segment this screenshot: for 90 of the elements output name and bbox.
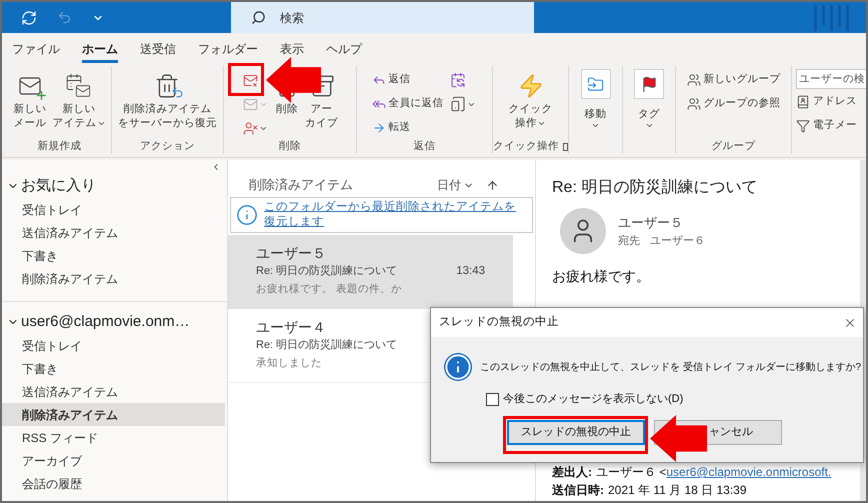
search-field[interactable]: 検索 [231, 2, 534, 33]
cleanup-icon [243, 96, 258, 112]
sort-button[interactable]: 日付 [437, 176, 474, 194]
folder-item[interactable]: RSS フィード [2, 426, 225, 449]
info-icon [236, 204, 258, 226]
ribbon-button[interactable]: 削除済みアイテム をサーバーから復元 [115, 66, 220, 140]
calendar-mail-icon [65, 73, 93, 99]
group-label: グループ [712, 139, 756, 154]
email-link[interactable]: user6@clapmovie.onmicrosoft. [666, 463, 832, 481]
search-placeholder: 検索 [280, 10, 304, 26]
group-label: アクション [140, 139, 195, 154]
account-header[interactable]: user6@clapmovie.onm… [2, 310, 227, 334]
menu-tab[interactable]: フォルダー [198, 37, 258, 63]
group-icon [686, 73, 700, 87]
folder-item[interactable]: 下書き [2, 244, 225, 267]
folder-title: 削除済みアイテム [249, 176, 354, 194]
from-name: ユーザー６ < [596, 464, 666, 481]
message-subject: Re: 明日の防災訓練について [256, 338, 398, 353]
restore-link[interactable]: このフォルダーから最近削除されたアイテムを復元します [264, 200, 527, 230]
folder-item[interactable]: 下書き [2, 357, 225, 380]
mail-subject: Re: 明日の防災訓練について [552, 178, 758, 198]
checkbox[interactable] [486, 392, 499, 406]
menu-tab[interactable]: ファイル [12, 37, 60, 63]
sent-date: 2021 年 11 月 18 日 13:39 [608, 482, 747, 499]
folder-item[interactable]: アーカイブ [2, 449, 225, 472]
sender-name: ユーザー５ [618, 214, 684, 232]
caret-icon [644, 121, 654, 130]
to-label: 宛先 [618, 234, 640, 248]
sender-name: ユーザー４ [256, 318, 326, 337]
folder-item[interactable]: 受信トレイ [2, 334, 225, 357]
search-icon [251, 10, 266, 25]
flag-icon [640, 76, 658, 92]
folder-item[interactable]: 受信トレイ [2, 198, 225, 221]
message-subject: Re: 明日の防災訓練について [256, 264, 398, 280]
sender-name: ユーザー５ [256, 244, 326, 263]
devices-icon [450, 96, 466, 112]
ignore-icon [243, 72, 258, 88]
group-icon [686, 97, 700, 111]
message-preview: お疲れ様です。 表題の件、か [256, 282, 402, 298]
ribbon-button[interactable]: 移動 [572, 66, 618, 140]
highlight-frame [228, 63, 264, 96]
ribbon-button[interactable]: クイック 操作 [506, 66, 556, 140]
group-label: 新規作成 [38, 139, 82, 154]
ribbon-small-button[interactable]: 新しいグループ [686, 69, 780, 91]
caret-icon [591, 121, 600, 130]
launcher-icon[interactable] [563, 143, 568, 151]
sort-direction-icon[interactable] [486, 178, 499, 192]
ribbon-small-button[interactable]: 返信 [372, 69, 444, 91]
block-user-icon [243, 120, 258, 136]
recipient-name: ユーザー６ [650, 234, 705, 248]
calendar-icon [450, 72, 466, 88]
ribbon-button[interactable]: 新しい アイテム [50, 66, 108, 140]
menu-tab[interactable]: 送受信 [140, 37, 176, 63]
group-label: クイック操作 [493, 139, 559, 154]
group-label: 削除 [279, 139, 301, 154]
folder-arrow-icon [587, 76, 604, 92]
sync-icon[interactable] [21, 10, 37, 26]
group-label: 返信 [414, 139, 436, 154]
menu-tab[interactable]: ヘルプ [326, 37, 362, 63]
message-time: 13:43 [456, 264, 485, 279]
message-preview: 承知しました [256, 356, 322, 370]
ribbon-small-button[interactable]: 電子メー [796, 115, 866, 137]
mail-greeting: お疲れ様です。 [552, 267, 651, 286]
ribbon-button[interactable]: 新しい メール [10, 66, 50, 140]
checkbox-label: 今後このメッセージを表示しない(D) [503, 392, 684, 407]
ribbon-small-button[interactable]: グループの参照 [686, 93, 780, 115]
forward-icon [372, 121, 386, 135]
dialog-button[interactable]: スレッドの無視の中止 [507, 420, 645, 444]
people-search-field[interactable]: ユーザーの検 [796, 69, 866, 89]
annotation-arrow [266, 57, 321, 103]
message-item[interactable]: ユーザー５ Re: 明日の防災訓練について 13:43 お疲れ様です。 表題の件、か [228, 235, 513, 309]
avatar [560, 208, 606, 254]
ribbon-small-button[interactable]: 全員に返信 [372, 93, 444, 115]
folder-item[interactable]: 送信済みアイテム [2, 380, 225, 403]
account-header[interactable]: お気に入り [2, 174, 227, 198]
filter-icon [796, 119, 810, 133]
menu-tab[interactable]: 表示 [280, 37, 304, 63]
sent-label: 送信日時: [552, 482, 604, 499]
folder-item[interactable]: 削除済みアイテム [2, 403, 225, 426]
ribbon-small-button[interactable]: 転送 [372, 117, 444, 139]
ribbon-small-button[interactable]: アドレス [796, 91, 866, 113]
ribbon-button[interactable]: タグ [626, 66, 672, 140]
folder-item[interactable]: 削除済みアイテム [2, 267, 225, 290]
annotation-arrow [650, 415, 707, 462]
menu-tab[interactable]: ホーム [82, 37, 118, 63]
from-label: 差出人: [552, 464, 592, 481]
folder-item[interactable]: 送信済みアイテム [2, 221, 225, 244]
folder-item[interactable]: 会話の履歴 [2, 472, 225, 495]
address-book-icon [796, 95, 810, 109]
info-icon [444, 353, 472, 381]
